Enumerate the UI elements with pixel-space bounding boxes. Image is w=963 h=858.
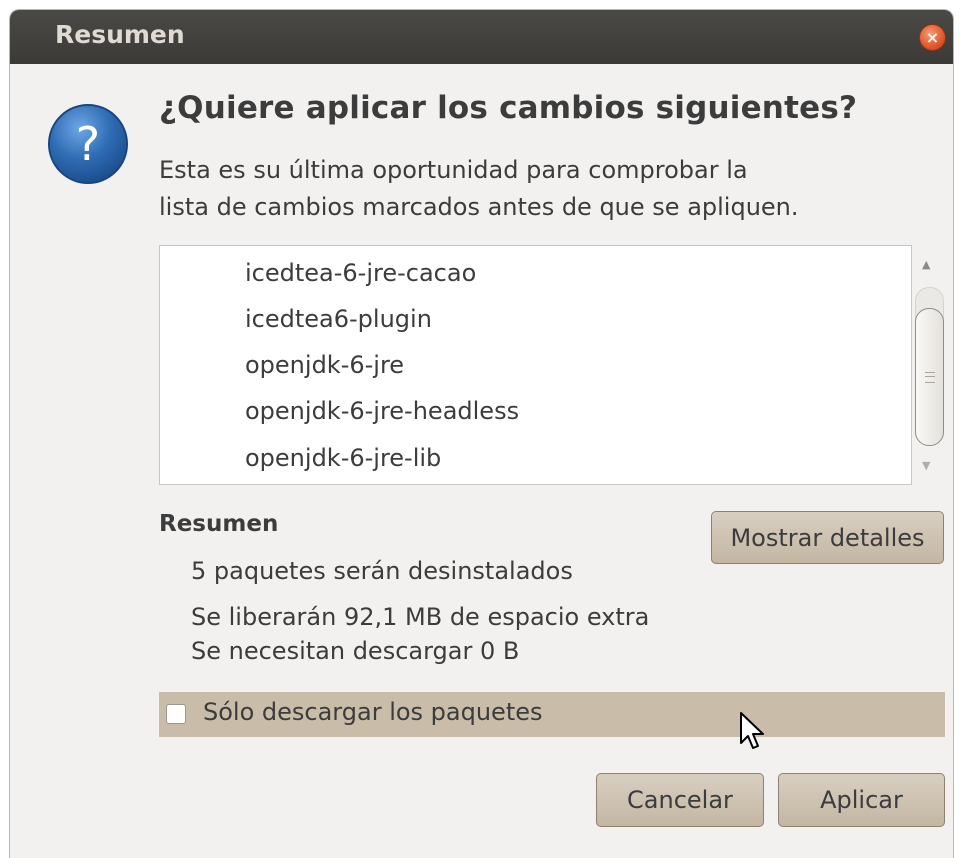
question-icon: ? — [48, 104, 128, 184]
summary-space-freed: Se liberarán 92,1 MB de espacio extra — [191, 603, 650, 631]
apply-button[interactable]: Aplicar — [778, 773, 945, 827]
scrollbar-thumb[interactable] — [915, 308, 944, 446]
close-icon: × — [925, 27, 940, 47]
list-item[interactable]: openjdk-6-jre-headless — [245, 397, 519, 425]
scroll-up-arrow-icon[interactable]: ▲ — [922, 258, 930, 271]
list-item[interactable]: icedtea-6-jre-cacao — [245, 259, 476, 287]
dialog-heading: ¿Quiere aplicar los cambios siguientes? — [159, 90, 858, 126]
list-item[interactable]: openjdk-6-jre-lib — [245, 444, 441, 472]
changes-list[interactable]: icedtea-6-jre-cacao icedtea6-plugin open… — [159, 245, 912, 485]
question-glyph: ? — [76, 117, 100, 171]
dialog-description: Esta es su última oportunidad para compr… — [159, 152, 879, 226]
summary-heading: Resumen — [159, 511, 279, 537]
close-button[interactable]: × — [919, 24, 946, 51]
download-only-checkbox[interactable] — [166, 704, 186, 724]
scroll-down-arrow-icon[interactable]: ▼ — [922, 459, 930, 472]
title-bar[interactable]: Resumen × — [10, 10, 953, 64]
download-only-label[interactable]: Sólo descargar los paquetes — [203, 698, 543, 726]
window-title: Resumen — [55, 20, 185, 49]
download-only-row[interactable]: Sólo descargar los paquetes — [159, 692, 945, 737]
description-line: Esta es su última oportunidad para compr… — [159, 156, 748, 184]
summary-packages-removed: 5 paquetes serán desinstalados — [191, 557, 573, 585]
description-line: lista de cambios marcados antes de que s… — [159, 193, 799, 221]
summary-download-size: Se necesitan descargar 0 B — [191, 637, 520, 665]
show-details-button[interactable]: Mostrar detalles — [711, 511, 944, 564]
list-item[interactable]: openjdk-6-jre — [245, 351, 404, 379]
grip-icon — [924, 371, 935, 383]
mouse-cursor-icon — [740, 712, 764, 749]
cancel-button[interactable]: Cancelar — [596, 773, 764, 827]
list-item[interactable]: icedtea6-plugin — [245, 305, 432, 333]
